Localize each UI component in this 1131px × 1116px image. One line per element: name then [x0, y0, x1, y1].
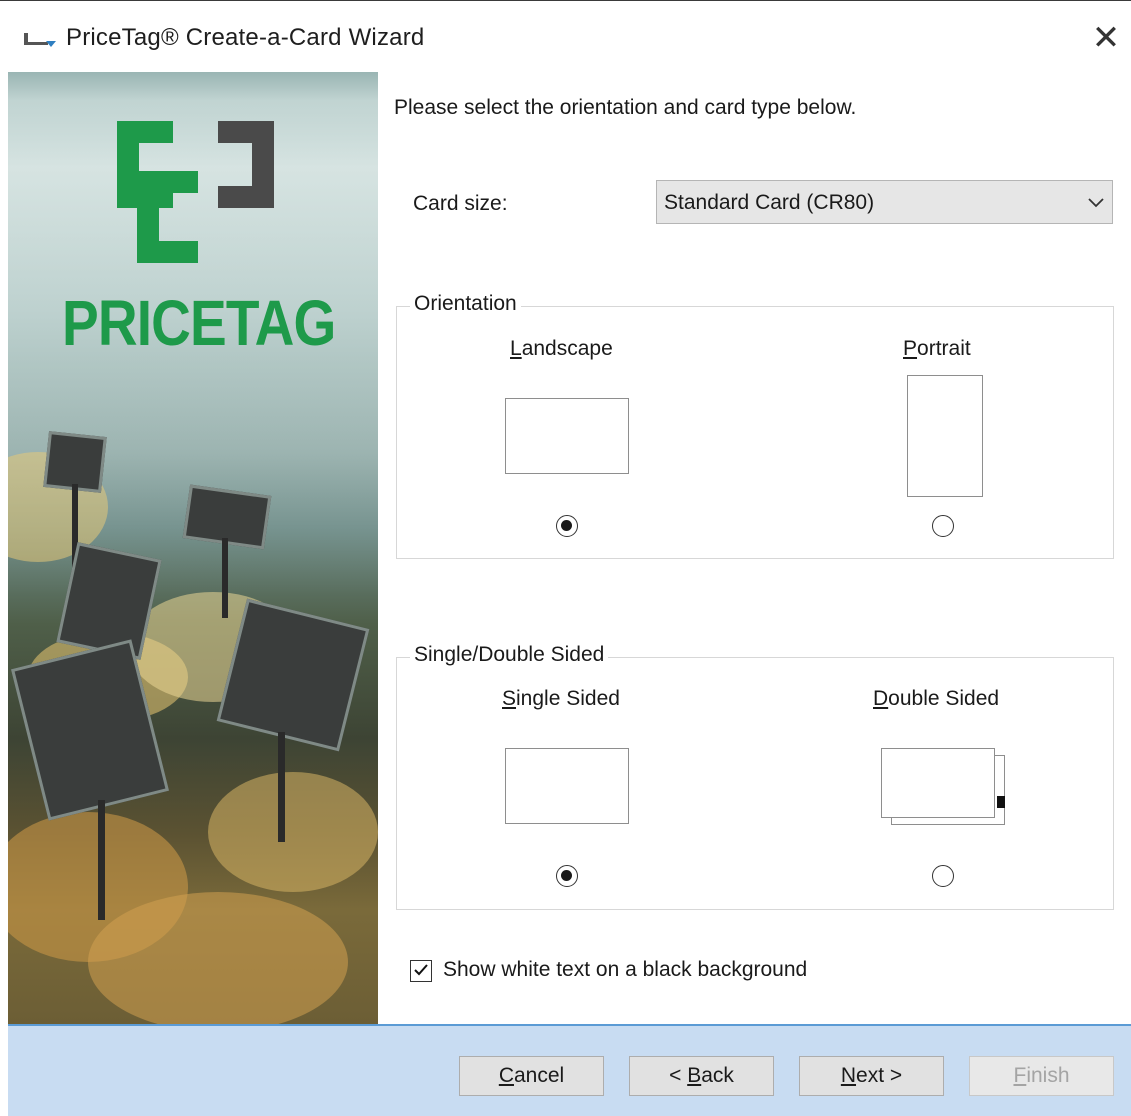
- checkmark-icon: [414, 964, 428, 976]
- double-sided-marker-icon: [997, 796, 1005, 808]
- banner-image: [8, 72, 378, 1024]
- portrait-radio[interactable]: [932, 515, 954, 537]
- landscape-preview[interactable]: [505, 398, 629, 474]
- next-button[interactable]: Next >: [799, 1056, 944, 1096]
- window-title: PriceTag® Create-a-Card Wizard: [66, 24, 425, 51]
- orientation-group: [396, 306, 1114, 559]
- portrait-preview[interactable]: [907, 375, 983, 497]
- landscape-radio[interactable]: [556, 515, 578, 537]
- portrait-label-rest: ortrait: [917, 337, 971, 360]
- finish-mnemonic: F: [1013, 1064, 1027, 1087]
- portrait-mnemonic: P: [903, 337, 918, 360]
- landscape-label: Landscape: [510, 337, 613, 361]
- finish-label-rest: inish: [1026, 1064, 1070, 1087]
- pricetag-logo-icon: [117, 121, 274, 263]
- double-sided-mnemonic: D: [873, 687, 889, 710]
- card-size-value: Standard Card (CR80): [664, 191, 875, 214]
- white-on-black-label: Show white text on a black background: [443, 958, 808, 981]
- double-sided-preview[interactable]: [881, 748, 995, 818]
- double-sided-label: Double Sided: [873, 687, 999, 711]
- cancel-label-rest: ancel: [513, 1064, 565, 1087]
- landscape-mnemonic: L: [510, 337, 522, 360]
- card-size-label: Card size:: [413, 192, 508, 215]
- double-sided-label-rest: ouble Sided: [888, 687, 1000, 710]
- back-button[interactable]: < Back: [629, 1056, 774, 1096]
- finish-button[interactable]: Finish: [969, 1056, 1114, 1096]
- single-sided-mnemonic: S: [502, 687, 517, 710]
- single-sided-label-rest: ingle Sided: [516, 687, 620, 710]
- back-label-rest: ack: [701, 1064, 734, 1087]
- app-icon: [24, 33, 56, 47]
- single-sided-label: Single Sided: [502, 687, 620, 711]
- brand-logo-text: PRICETAG: [62, 287, 336, 359]
- next-mnemonic: N: [840, 1064, 857, 1087]
- next-label-rest: ext >: [856, 1064, 903, 1087]
- chevron-down-icon: [1088, 198, 1104, 208]
- portrait-label: Portrait: [903, 337, 971, 361]
- sides-legend: Single/Double Sided: [410, 643, 609, 667]
- landscape-label-rest: andscape: [521, 337, 613, 360]
- orientation-legend: Orientation: [410, 292, 521, 316]
- back-prefix: <: [669, 1064, 688, 1087]
- cancel-button[interactable]: Cancel: [459, 1056, 604, 1096]
- cancel-mnemonic: C: [498, 1064, 514, 1087]
- single-sided-preview[interactable]: [505, 748, 629, 824]
- instruction-text: Please select the orientation and card t…: [394, 96, 857, 119]
- double-sided-radio[interactable]: [932, 865, 954, 887]
- single-sided-radio[interactable]: [556, 865, 578, 887]
- close-icon[interactable]: ✕: [1088, 20, 1124, 56]
- back-mnemonic: B: [687, 1064, 702, 1087]
